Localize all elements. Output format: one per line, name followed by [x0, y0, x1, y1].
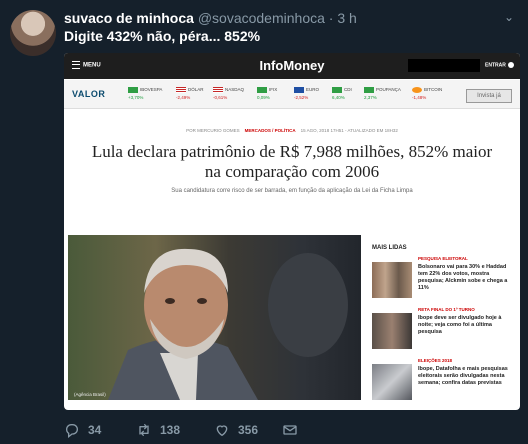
- most-read-item[interactable]: PESQUISA ELEITORAL Bolsonaro vai para 30…: [372, 256, 517, 300]
- article-headline: Lula declara patrimônio de R$ 7,988 milh…: [91, 142, 493, 181]
- ticker-change: -2,49%: [176, 95, 191, 100]
- tweet-timestamp[interactable]: 3 h: [337, 10, 356, 26]
- site-topbar: MENU InfoMoney ENTRAR: [64, 53, 520, 79]
- reply-icon: [66, 424, 78, 438]
- reply-button[interactable]: 34: [64, 420, 101, 440]
- display-name[interactable]: suvaco de minhoca: [64, 10, 194, 26]
- login-button[interactable]: ENTRAR: [485, 62, 514, 68]
- most-read-item[interactable]: RETA FINAL DO 1º TURNO Ibope deve ser di…: [372, 307, 517, 351]
- most-read-item[interactable]: ELEIÇÕES 2018 Ibope, Datafolha e mais pe…: [372, 358, 517, 402]
- ticker-item[interactable]: BITCOIN -1,48%: [412, 87, 442, 100]
- chevron-down-icon[interactable]: ⌄: [504, 10, 514, 24]
- most-read-text: Ibope, Datafolha e mais pesquisas eleito…: [418, 366, 508, 386]
- article-subheadline: Sua candidatura corre risco de ser barra…: [171, 188, 413, 194]
- ticker-name: IBOVESPA: [140, 87, 163, 93]
- most-read-text: Ibope deve ser divulgado hoje à noite; v…: [418, 315, 502, 335]
- ticker-name: BITCOIN: [424, 87, 443, 93]
- ticker-change: -0,61%: [213, 95, 228, 100]
- br-flag-icon: [364, 87, 374, 93]
- ticker-item[interactable]: IBOVESPA +3,70%: [128, 87, 162, 100]
- retweet-icon: [139, 424, 149, 436]
- most-read-thumbnail: [372, 313, 412, 349]
- heart-icon: [216, 425, 228, 436]
- ticker-item[interactable]: POUPANÇA 2,37%: [364, 87, 401, 100]
- tweet-actions: 34 138 356: [64, 420, 524, 440]
- ticker-name: DÓLAR: [188, 87, 204, 93]
- ticker-change: 0,09%: [257, 95, 270, 100]
- ticker-brand: VALOR: [72, 89, 106, 99]
- most-read-title: MAIS LIDAS: [372, 245, 407, 251]
- like-count: 356: [238, 423, 259, 437]
- most-read-tag: PESQUISA ELEITORAL: [418, 256, 468, 261]
- user-icon: [507, 62, 514, 68]
- eu-flag-icon: [294, 87, 304, 93]
- ticker-item[interactable]: NASDAQ -0,61%: [213, 87, 244, 100]
- search-box[interactable]: [408, 59, 480, 72]
- market-ticker: VALOR IBOVESPA +3,70% DÓLAR -2,49% NASDAQ -0,…: [64, 80, 520, 109]
- ticker-item[interactable]: DÓLAR -2,49%: [176, 87, 204, 100]
- tweet-media-image[interactable]: MENU InfoMoney ENTRAR VALOR IBOVESPA +3,7…: [64, 53, 520, 410]
- byline-section[interactable]: MERCADOS / POLÍTICA: [245, 128, 296, 133]
- user-handle[interactable]: @sovacodeminhoca: [198, 10, 325, 26]
- retweet-button[interactable]: 138: [136, 420, 180, 440]
- article-photo: (Agência Brasil): [68, 235, 361, 400]
- most-read-tag: RETA FINAL DO 1º TURNO: [418, 307, 475, 312]
- envelope-icon: [283, 425, 297, 435]
- btc-flag-icon: [412, 87, 422, 93]
- direct-message-button[interactable]: [282, 420, 306, 440]
- ticker-change: -2,52%: [294, 95, 309, 100]
- most-read-thumbnail: [372, 364, 412, 400]
- most-read-thumbnail: [372, 262, 412, 298]
- ticker-item[interactable]: CDI 6,40%: [332, 87, 352, 100]
- separator: ·: [324, 10, 338, 26]
- article-byline: POR MERCURIO GOMES MERCADOS / POLÍTICA 1…: [64, 128, 520, 133]
- avatar[interactable]: [10, 10, 56, 56]
- reply-count: 34: [88, 423, 102, 437]
- most-read-text: Bolsonaro vai para 30% e Haddad tem 22% …: [418, 264, 508, 291]
- byline-date: 15 AGO, 2018 17H51 - ATUALIZADO EM 18H32: [300, 128, 398, 133]
- ticker-change: 6,40%: [332, 95, 345, 100]
- tweet-header: suvaco de minhoca @sovacodeminhoca · 3 h: [64, 10, 357, 26]
- ticker-name: IFIX: [269, 87, 278, 93]
- photo-caption: (Agência Brasil): [74, 392, 106, 397]
- tweet: suvaco de minhoca @sovacodeminhoca · 3 h…: [0, 0, 528, 444]
- ticker-change: +3,70%: [128, 95, 144, 100]
- byline-author: POR MERCURIO GOMES: [186, 128, 240, 133]
- br-flag-icon: [257, 87, 267, 93]
- ticker-change: 2,37%: [364, 95, 377, 100]
- us-flag-icon: [213, 87, 223, 93]
- portrait-illustration: [108, 248, 348, 400]
- login-label: ENTRAR: [485, 62, 506, 69]
- retweet-count: 138: [160, 423, 181, 437]
- ticker-item[interactable]: IFIX 0,09%: [257, 87, 277, 100]
- ticker-name: CDI: [344, 87, 352, 93]
- ticker-name: EURO: [306, 87, 320, 93]
- us-flag-icon: [176, 87, 186, 93]
- br-flag-icon: [332, 87, 342, 93]
- ticker-name: POUPANÇA: [376, 87, 401, 93]
- tweet-text: Digite 432% não, péra... 852%: [64, 28, 261, 44]
- br-flag-icon: [128, 87, 138, 93]
- ticker-item[interactable]: EURO -2,52%: [294, 87, 319, 100]
- most-read-tag: ELEIÇÕES 2018: [418, 358, 453, 363]
- like-button[interactable]: 356: [214, 420, 258, 440]
- invest-button[interactable]: Invista já: [466, 89, 512, 103]
- ticker-name: NASDAQ: [225, 87, 245, 93]
- ticker-change: -1,48%: [412, 95, 427, 100]
